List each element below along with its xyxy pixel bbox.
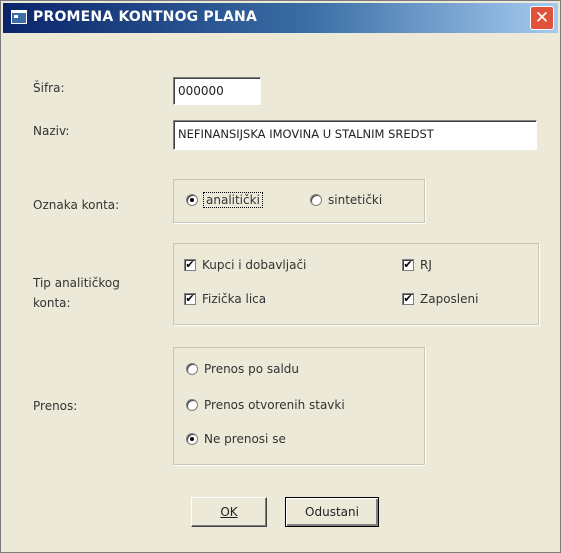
checkbox-checked-icon[interactable]: ✔ [402, 293, 414, 305]
dialog-title: PROMENA KONTNOG PLANA [33, 9, 258, 25]
check-fizicka-lica[interactable]: ✔ Fizička lica [184, 292, 266, 306]
dialog-window: PROMENA KONTNOG PLANA ✕ Šifra: 000000 Na… [0, 0, 561, 553]
tip-konta-label-line1: Tip analitičkog [33, 276, 120, 290]
radio-button[interactable] [186, 399, 198, 411]
naziv-label: Naziv: [33, 124, 70, 138]
radio-ne-prenosi-label: Ne prenosi se [204, 432, 286, 446]
close-icon: ✕ [534, 8, 550, 28]
title-bar[interactable]: PROMENA KONTNOG PLANA ✕ [3, 3, 558, 33]
cancel-button-label: Odustani [305, 505, 359, 519]
radio-ne-prenosi[interactable]: Ne prenosi se [186, 432, 286, 446]
radio-button[interactable] [186, 363, 198, 375]
ok-button[interactable]: OK [191, 497, 267, 527]
radio-button-selected[interactable] [186, 194, 198, 206]
radio-prenos-po-saldu[interactable]: Prenos po saldu [186, 362, 299, 376]
tip-konta-label-line2: konta: [33, 296, 71, 310]
oznaka-konta-group: analitički sintetički [173, 179, 425, 223]
tip-konta-group: ✔ Kupci i dobavljači ✔ RJ ✔ Fizička lica… [173, 243, 539, 325]
close-button[interactable]: ✕ [530, 6, 554, 30]
cancel-button[interactable]: Odustani [285, 497, 379, 527]
check-kupci-label: Kupci i dobavljači [202, 258, 307, 272]
radio-prenos-po-saldu-label: Prenos po saldu [204, 362, 300, 376]
sifra-input[interactable]: 000000 [173, 77, 261, 105]
checkbox-checked-icon[interactable]: ✔ [184, 259, 196, 271]
prenos-label: Prenos: [33, 399, 78, 413]
radio-prenos-otvorenih-label: Prenos otvorenih stavki [204, 398, 345, 412]
radio-button-selected[interactable] [186, 433, 198, 445]
checkbox-checked-icon[interactable]: ✔ [184, 293, 196, 305]
check-rj[interactable]: ✔ RJ [402, 258, 432, 272]
check-kupci[interactable]: ✔ Kupci i dobavljači [184, 258, 306, 272]
radio-sinteticki[interactable]: sintetički [310, 193, 382, 207]
sifra-label: Šifra: [33, 81, 65, 95]
radio-analiticki[interactable]: analitički [186, 192, 263, 208]
check-zaposleni-label: Zaposleni [420, 292, 479, 306]
radio-sinteticki-label: sintetički [328, 193, 383, 207]
radio-prenos-otvorenih[interactable]: Prenos otvorenih stavki [186, 398, 345, 412]
check-rj-label: RJ [420, 258, 432, 272]
checkbox-checked-icon[interactable]: ✔ [402, 259, 414, 271]
ok-button-label: OK [220, 505, 238, 519]
check-zaposleni[interactable]: ✔ Zaposleni [402, 292, 478, 306]
radio-analiticki-label: analitički [203, 192, 263, 208]
check-fizicka-lica-label: Fizička lica [202, 292, 267, 306]
naziv-input[interactable]: NEFINANSIJSKA IMOVINA U STALNIM SREDST [173, 120, 537, 150]
app-window-icon [11, 10, 27, 24]
prenos-group: Prenos po saldu Prenos otvorenih stavki … [173, 347, 425, 465]
radio-button[interactable] [310, 194, 322, 206]
oznaka-konta-label: Oznaka konta: [33, 198, 120, 212]
